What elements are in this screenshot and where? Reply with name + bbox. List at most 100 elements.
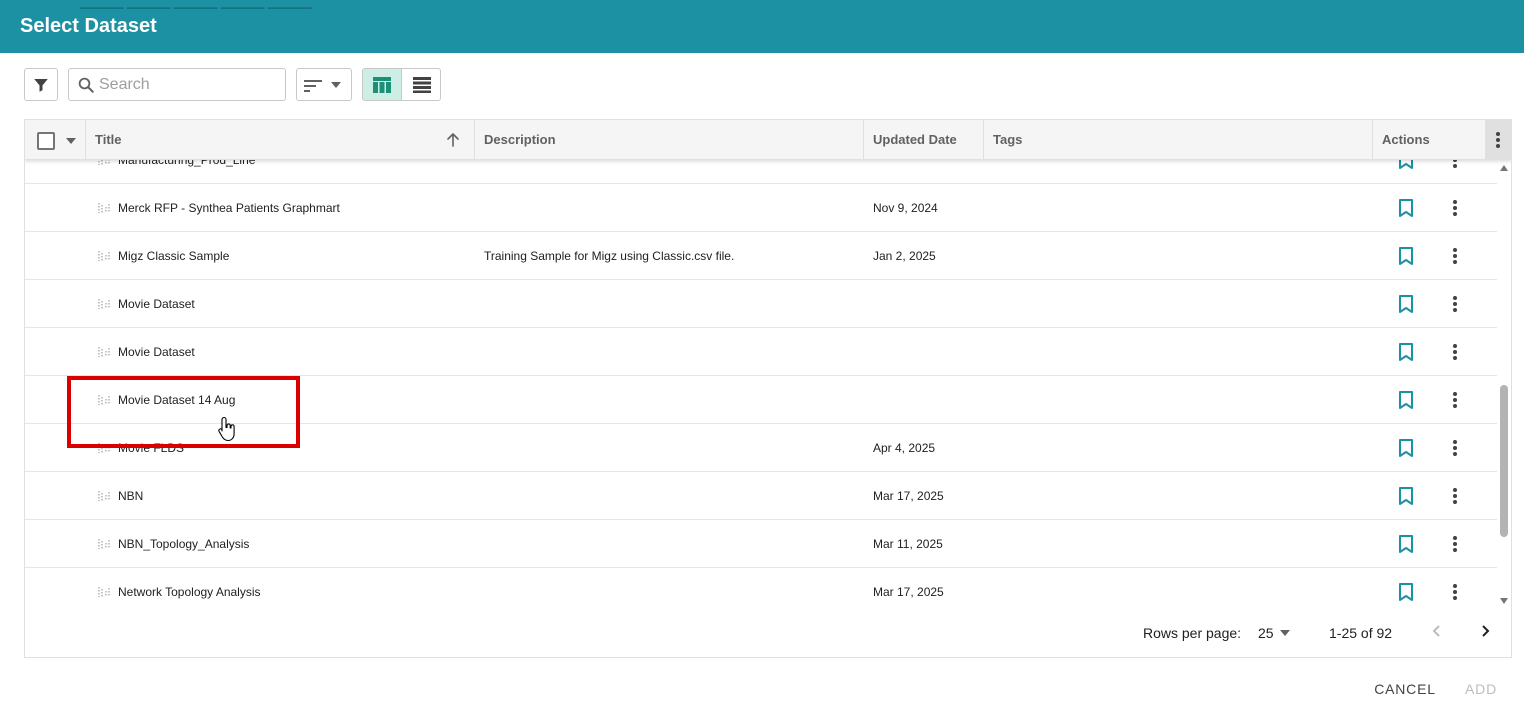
dataset-icon (98, 299, 110, 309)
filter-icon (34, 78, 48, 92)
add-button[interactable]: ADD (1458, 676, 1504, 702)
dataset-icon (98, 491, 110, 501)
row-title[interactable]: Migz Classic Sample (118, 232, 229, 280)
dataset-icon (98, 160, 110, 165)
column-divider (474, 120, 475, 160)
search-icon (78, 77, 94, 93)
column-header-actions: Actions (1382, 132, 1430, 147)
sort-menu-button[interactable] (296, 68, 352, 101)
list-view-button[interactable] (402, 69, 440, 100)
chevron-down-icon[interactable] (1280, 630, 1290, 636)
column-divider (863, 120, 864, 160)
hand-cursor-icon (218, 416, 235, 442)
more-vertical-icon[interactable] (1447, 160, 1463, 170)
scroll-up-arrow[interactable] (1500, 165, 1508, 171)
next-page-icon[interactable] (1477, 623, 1493, 639)
more-vertical-icon[interactable] (1447, 534, 1463, 554)
table-row[interactable]: Movie Dataset (25, 328, 1497, 376)
table-row[interactable]: Movie Dataset (25, 280, 1497, 328)
row-updated-date: Mar 17, 2025 (873, 489, 944, 503)
more-vertical-icon[interactable] (1447, 198, 1463, 218)
row-title[interactable]: Movie FLDS (118, 424, 184, 472)
vertical-scrollbar[interactable] (1497, 160, 1511, 608)
bookmark-icon[interactable] (1397, 486, 1415, 506)
more-vertical-icon[interactable] (1447, 486, 1463, 506)
bookmark-icon[interactable] (1397, 294, 1415, 314)
column-header-tags[interactable]: Tags (993, 120, 1022, 160)
bookmark-icon[interactable] (1397, 160, 1415, 170)
dialog-title: Select Dataset (20, 15, 157, 37)
table-row[interactable]: Migz Classic Sample Training Sample for … (25, 232, 1497, 280)
more-vertical-icon (1496, 132, 1500, 148)
search-box[interactable] (68, 68, 286, 101)
row-updated-date: Apr 4, 2025 (873, 441, 936, 455)
table-body: Manufacturing_Prod_Line Merck RFP - Synt… (25, 160, 1497, 608)
select-all-checkbox[interactable] (37, 132, 55, 150)
previous-page-icon[interactable] (1429, 623, 1445, 639)
column-divider (983, 120, 984, 160)
row-updated-date: Mar 17, 2025 (873, 585, 944, 599)
table-view-icon (373, 76, 391, 93)
page-range-text: 1-25 of 92 (1329, 625, 1393, 641)
more-vertical-icon[interactable] (1447, 246, 1463, 266)
table-row[interactable]: Network Topology Analysis Mar 17, 2025 (25, 568, 1497, 608)
row-title[interactable]: Merck RFP - Synthea Patients Graphmart (118, 184, 340, 232)
filter-button[interactable] (24, 68, 58, 101)
background-peek-text: ______ ______ ______ ______ ______ (80, 0, 312, 9)
column-divider (1372, 120, 1373, 160)
dataset-icon (98, 395, 110, 405)
bookmark-icon[interactable] (1397, 390, 1415, 410)
table-row[interactable]: Movie Dataset 14 Aug (25, 376, 1497, 424)
column-header-title[interactable]: Title (95, 120, 122, 160)
row-title[interactable]: Network Topology Analysis (118, 568, 261, 608)
table-row[interactable]: NBN Mar 17, 2025 (25, 472, 1497, 520)
column-header-updated-date[interactable]: Updated Date (873, 120, 957, 160)
dataset-icon (98, 539, 110, 549)
row-title[interactable]: Movie Dataset (118, 328, 195, 376)
rows-per-page-select[interactable]: 25 (1258, 625, 1274, 641)
row-title[interactable]: NBN (118, 472, 143, 520)
dataset-icon (98, 347, 110, 357)
list-view-icon (412, 76, 431, 93)
dataset-icon (98, 203, 110, 213)
table-row[interactable]: Movie FLDS Apr 4, 2025 (25, 424, 1497, 472)
chevron-down-icon (331, 82, 341, 88)
more-vertical-icon[interactable] (1447, 294, 1463, 314)
rows-per-page-label: Rows per page: (1143, 625, 1242, 641)
more-vertical-icon[interactable] (1447, 342, 1463, 362)
dialog-header: ______ ______ ______ ______ ______ Selec… (0, 0, 1524, 53)
cancel-button[interactable]: CANCEL (1366, 676, 1444, 702)
more-vertical-icon[interactable] (1447, 390, 1463, 410)
table-row[interactable]: Merck RFP - Synthea Patients Graphmart N… (25, 184, 1497, 232)
more-vertical-icon[interactable] (1447, 582, 1463, 602)
more-vertical-icon[interactable] (1447, 438, 1463, 458)
bookmark-icon[interactable] (1397, 534, 1415, 554)
table-row[interactable]: NBN_Topology_Analysis Mar 11, 2025 (25, 520, 1497, 568)
bookmark-icon[interactable] (1397, 342, 1415, 362)
row-title[interactable]: Manufacturing_Prod_Line (118, 160, 255, 184)
column-header-description[interactable]: Description (484, 120, 556, 160)
bookmark-icon[interactable] (1397, 198, 1415, 218)
row-title[interactable]: NBN_Topology_Analysis (118, 520, 249, 568)
bookmark-icon[interactable] (1397, 582, 1415, 602)
sort-icon (304, 80, 322, 92)
table-view-button[interactable] (363, 69, 402, 100)
dataset-icon (98, 587, 110, 597)
search-input[interactable] (99, 75, 279, 95)
dataset-table: Title Description Updated Date Tags Acti… (24, 119, 1512, 658)
row-title[interactable]: Movie Dataset (118, 280, 195, 328)
row-description: Training Sample for Migz using Classic.c… (484, 249, 735, 263)
table-header: Title Description Updated Date Tags Acti… (25, 120, 1511, 160)
dataset-icon (98, 251, 110, 261)
sort-ascending-icon[interactable] (445, 132, 461, 148)
row-updated-date: Mar 11, 2025 (873, 537, 943, 551)
bookmark-icon[interactable] (1397, 246, 1415, 266)
table-row[interactable]: Manufacturing_Prod_Line (25, 160, 1497, 184)
column-options-button[interactable] (1485, 120, 1511, 160)
row-updated-date: Nov 9, 2024 (873, 201, 938, 215)
selection-menu-chevron-icon[interactable] (66, 138, 76, 144)
bookmark-icon[interactable] (1397, 438, 1415, 458)
scroll-down-arrow[interactable] (1500, 598, 1508, 604)
dataset-icon (98, 443, 110, 453)
scrollbar-thumb[interactable] (1500, 385, 1508, 537)
